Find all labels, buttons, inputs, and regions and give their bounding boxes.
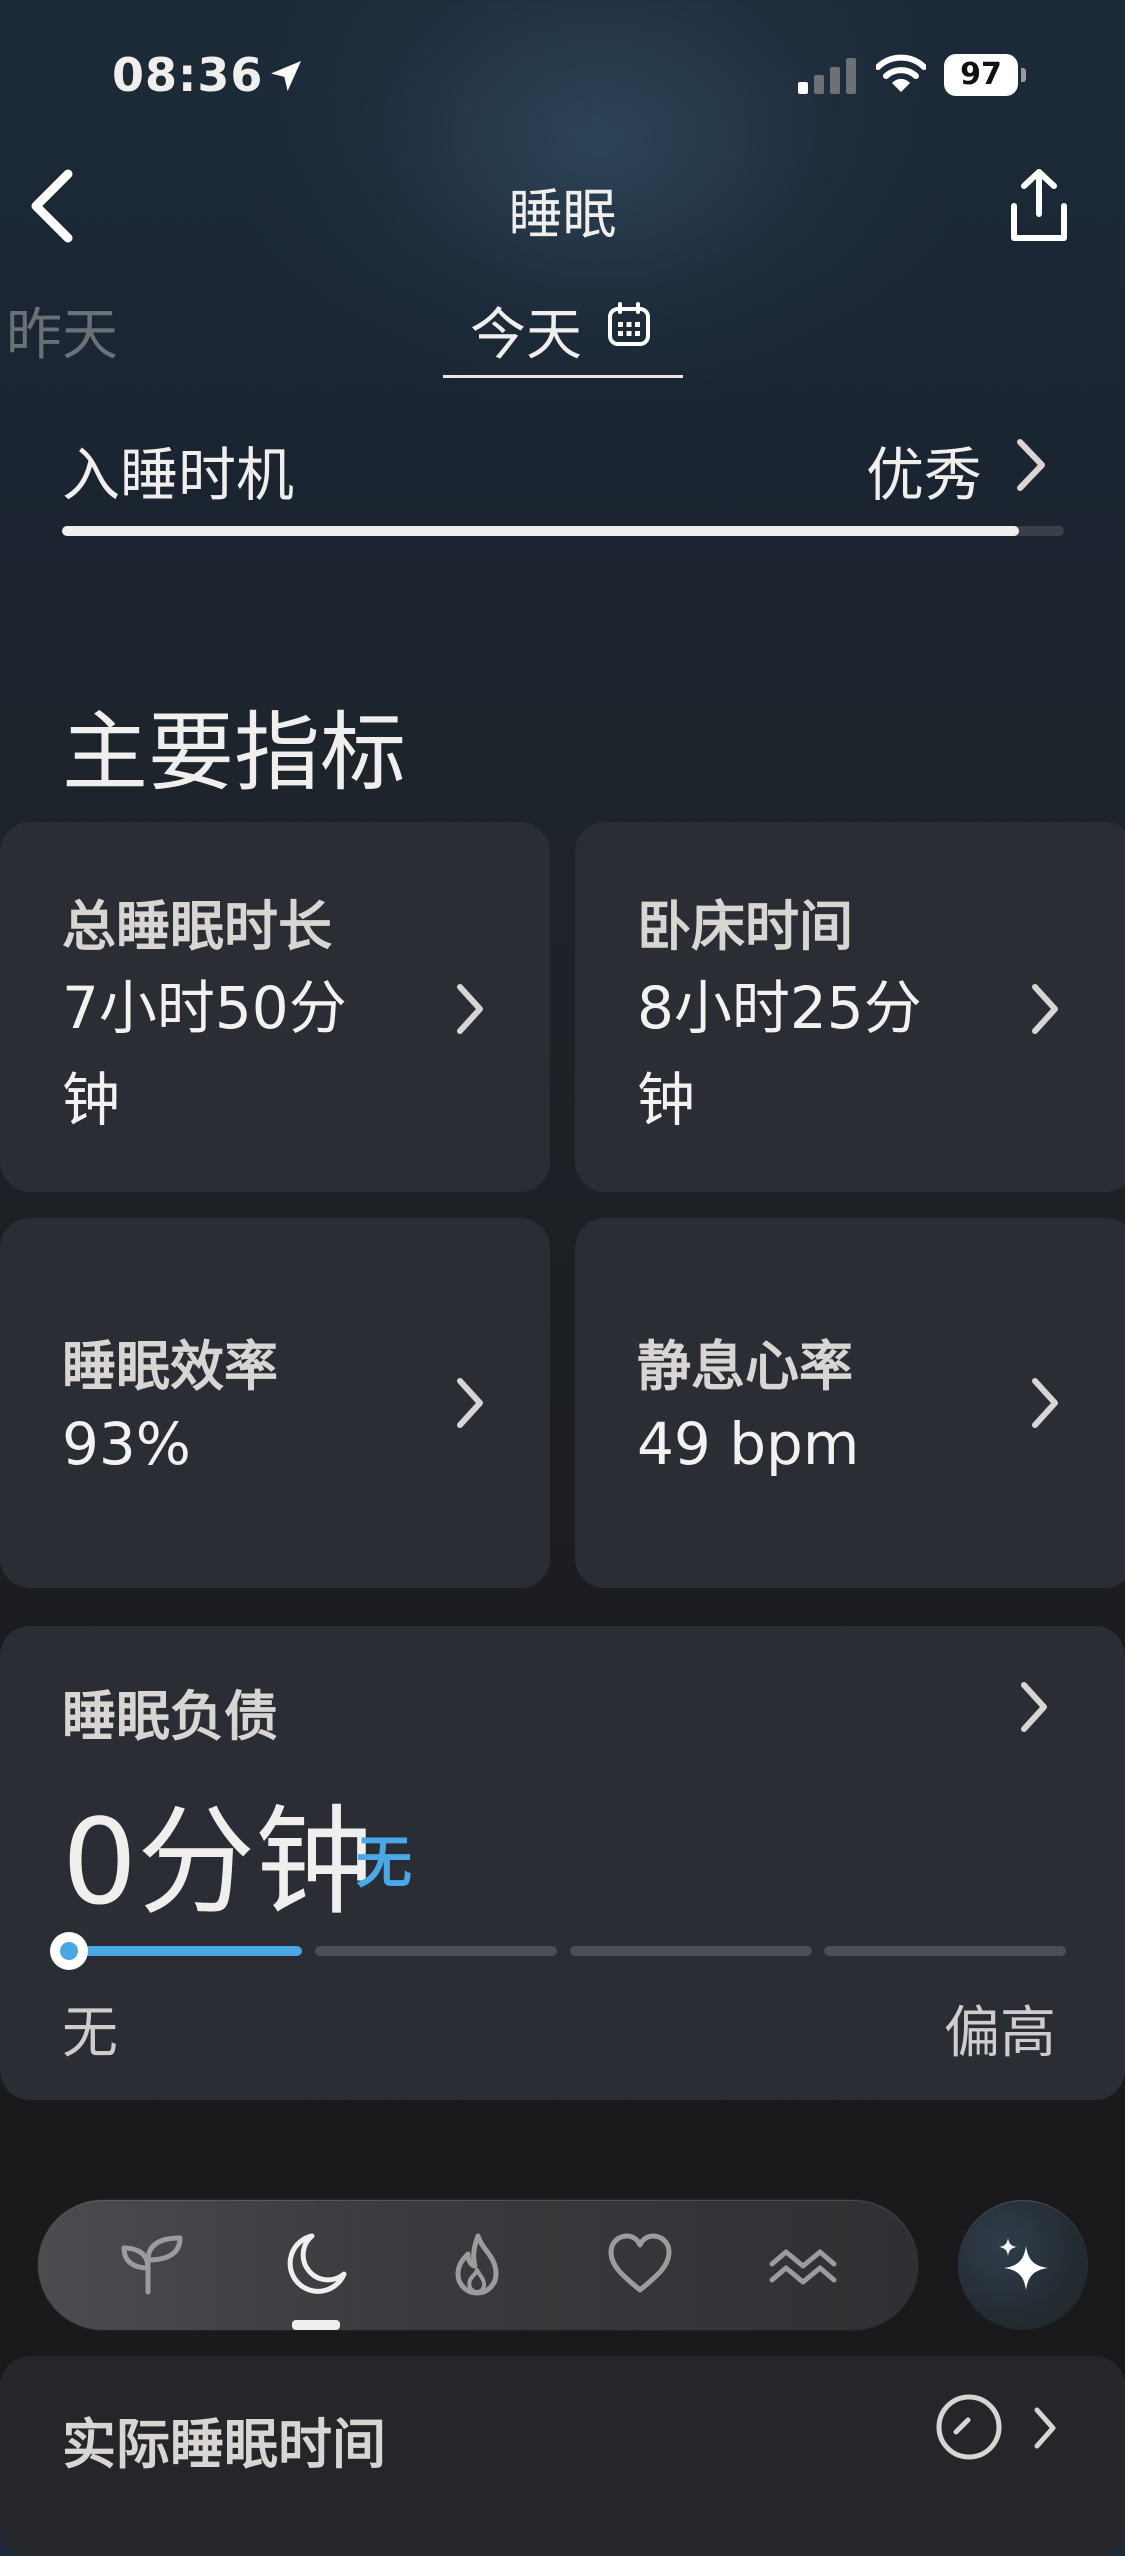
- debt-scale-knob-dot: [60, 1942, 78, 1960]
- debt-scale-segment-4: [824, 1946, 1066, 1956]
- sleep-debt-level-badge: 无: [356, 1831, 412, 1896]
- metric-value: 7小时50分钟: [62, 974, 347, 1134]
- status-time: 08:36: [112, 48, 264, 102]
- tab-today[interactable]: 今天: [470, 290, 582, 371]
- debt-scale-segment-1: [70, 1946, 302, 1956]
- sleep-debt-value: 0分钟: [62, 1793, 374, 1931]
- ai-assistant-button[interactable]: [958, 2200, 1088, 2330]
- sleep-timing-value[interactable]: 优秀: [866, 428, 982, 512]
- actual-sleep-time-label: 实际睡眠时间: [62, 2413, 386, 2476]
- metric-label: 静息心率: [637, 1335, 853, 1398]
- sleep-timing-progress-fill: [62, 526, 1019, 536]
- chevron-right-icon[interactable]: [1030, 2404, 1060, 2452]
- chevron-right-icon: [1032, 1378, 1058, 1428]
- metric-card-resting-heart-rate[interactable]: 静息心率 49 bpm: [575, 1218, 1125, 1588]
- metric-card-sleep-efficiency[interactable]: 睡眠效率 93%: [0, 1218, 550, 1588]
- share-icon[interactable]: [1004, 168, 1074, 244]
- today-tab-underline: [443, 375, 683, 378]
- metric-card-total-sleep[interactable]: 总睡眠时长 7小时50分钟: [0, 822, 550, 1192]
- metric-label: 总睡眠时长: [62, 895, 332, 958]
- sleep-timing-progress-track: [62, 526, 1064, 536]
- calendar-icon[interactable]: [606, 302, 652, 348]
- metric-label: 卧床时间: [637, 895, 853, 958]
- debt-scale-max-label: 偏高: [944, 2001, 1056, 2066]
- sprout-icon[interactable]: [118, 2230, 188, 2300]
- metric-value: 49 bpm: [637, 1410, 860, 1478]
- metric-label: 睡眠效率: [62, 1335, 278, 1398]
- sparkle-icon: [999, 2238, 1048, 2290]
- chevron-right-icon: [457, 1378, 483, 1428]
- metric-value: 8小时25分钟: [637, 974, 922, 1134]
- sleep-timing-label[interactable]: 入睡时机: [62, 428, 294, 512]
- waves-icon[interactable]: [768, 2230, 838, 2300]
- tab-yesterday[interactable]: 昨天: [6, 290, 118, 371]
- selected-tab-indicator: [292, 2320, 340, 2330]
- heart-icon[interactable]: [605, 2230, 675, 2300]
- chevron-right-icon[interactable]: [1010, 432, 1050, 498]
- chevron-right-icon: [1032, 984, 1058, 1034]
- flame-icon[interactable]: [442, 2230, 512, 2300]
- chevron-right-icon: [457, 984, 483, 1034]
- battery-level: 97: [944, 54, 1018, 96]
- debt-scale-min-label: 无: [62, 2001, 118, 2066]
- gauge-icon: [936, 2394, 1002, 2460]
- metric-card-time-in-bed[interactable]: 卧床时间 8小时25分钟: [575, 822, 1125, 1192]
- chevron-right-icon[interactable]: [1014, 1676, 1054, 1738]
- section-title: 主要指标: [62, 703, 406, 803]
- battery-tip: [1021, 68, 1026, 82]
- cellular-signal-icon: [798, 58, 856, 94]
- debt-scale-segment-3: [570, 1946, 812, 1956]
- moon-icon[interactable]: [280, 2230, 350, 2300]
- battery-indicator: 97: [944, 54, 1026, 96]
- debt-scale-knob: [50, 1932, 88, 1970]
- wifi-icon: [876, 54, 926, 92]
- metric-value: 93%: [62, 1410, 191, 1478]
- page-title: 睡眠: [508, 183, 617, 246]
- sleep-debt-label: 睡眠负债: [62, 1685, 278, 1748]
- debt-scale-segment-2: [315, 1946, 557, 1956]
- location-arrow-icon: [271, 61, 301, 91]
